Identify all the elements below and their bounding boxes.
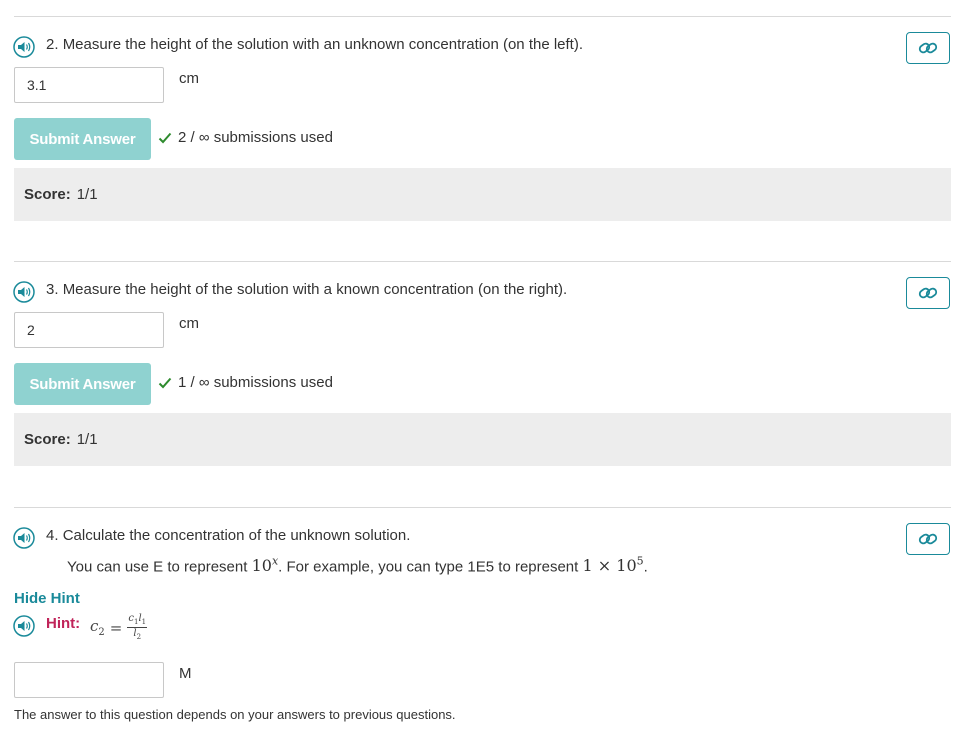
answer-input[interactable] [14,662,164,698]
question-link-button[interactable] [906,523,950,555]
instruction-text: You can use E to represent [67,558,248,576]
question-number: 2. [46,36,59,53]
divider [14,507,951,508]
formula-denominator: l2 [133,628,141,641]
divider [14,261,951,262]
question-link-button[interactable] [906,277,950,309]
speaker-icon[interactable] [13,36,35,58]
check-icon [158,132,172,143]
divider [14,16,951,17]
math-base: 10 [251,556,272,576]
hint-formula: c2 = c1l1 l2 [90,614,148,641]
score-box: Score: 1/1 [14,413,951,466]
question-link-button[interactable] [906,32,950,64]
submissions-text: 2 / ∞ submissions used [178,129,333,146]
question-instruction: You can use E to represent 10x. For exam… [67,555,648,575]
speaker-icon[interactable] [13,281,35,303]
question-prompt: 3. Measure the height of the solution wi… [46,281,567,298]
link-icon [918,533,938,545]
score-box: Score: 1/1 [14,168,951,221]
formula-lhs-sub: 2 [98,627,105,638]
hint-label: Hint: [46,615,81,632]
submit-answer-button[interactable]: Submit Answer [14,363,151,405]
question-text: Calculate the concentration of the unkno… [62,527,411,544]
math-base: 10 [616,556,637,576]
math-power: 10x [251,555,279,576]
unit-label: cm [179,315,199,332]
submissions-text: 1 / ∞ submissions used [178,374,333,391]
score-label: Score: [24,431,71,448]
link-icon [918,42,938,54]
answer-input[interactable] [14,312,164,348]
score-value: 1/1 [76,186,98,203]
formula-fraction: c1l1 l2 [127,614,148,641]
instruction-text: . [643,558,648,576]
question-prompt: 2. Measure the height of the solution wi… [46,36,583,53]
dependency-note: The answer to this question depends on y… [14,707,456,722]
speaker-icon[interactable] [13,527,35,549]
check-icon [158,377,172,388]
hide-hint-link[interactable]: Hide Hint [14,590,80,607]
question-number: 3. [46,281,59,298]
math-times: × [597,556,612,576]
answer-input[interactable] [14,67,164,103]
submit-answer-button[interactable]: Submit Answer [14,118,151,160]
math-exponent: 5 [636,555,644,568]
submissions-status: 1 / ∞ submissions used [158,374,333,391]
unit-label: cm [179,70,199,87]
score-value: 1/1 [76,431,98,448]
formula-den-l-sub: 2 [136,633,142,641]
formula-numerator: c1l1 [127,614,148,628]
submissions-status: 2 / ∞ submissions used [158,129,333,146]
math-example: 1 × 105 [582,555,644,576]
question-prompt: 4. Calculate the concentration of the un… [46,527,410,544]
question-text: Measure the height of the solution with … [62,281,568,298]
speaker-icon[interactable] [13,615,35,637]
formula-num-l-sub: 1 [141,618,147,626]
question-text: Measure the height of the solution with … [62,36,584,53]
question-number: 4. [46,527,59,544]
formula-equals: = [109,618,123,637]
formula-lhs: c2 [90,617,105,638]
instruction-text: . For example, you can type 1E5 to repre… [278,558,579,576]
unit-label: M [179,665,192,682]
score-label: Score: [24,186,71,203]
math-coefficient: 1 [582,556,593,576]
link-icon [918,287,938,299]
